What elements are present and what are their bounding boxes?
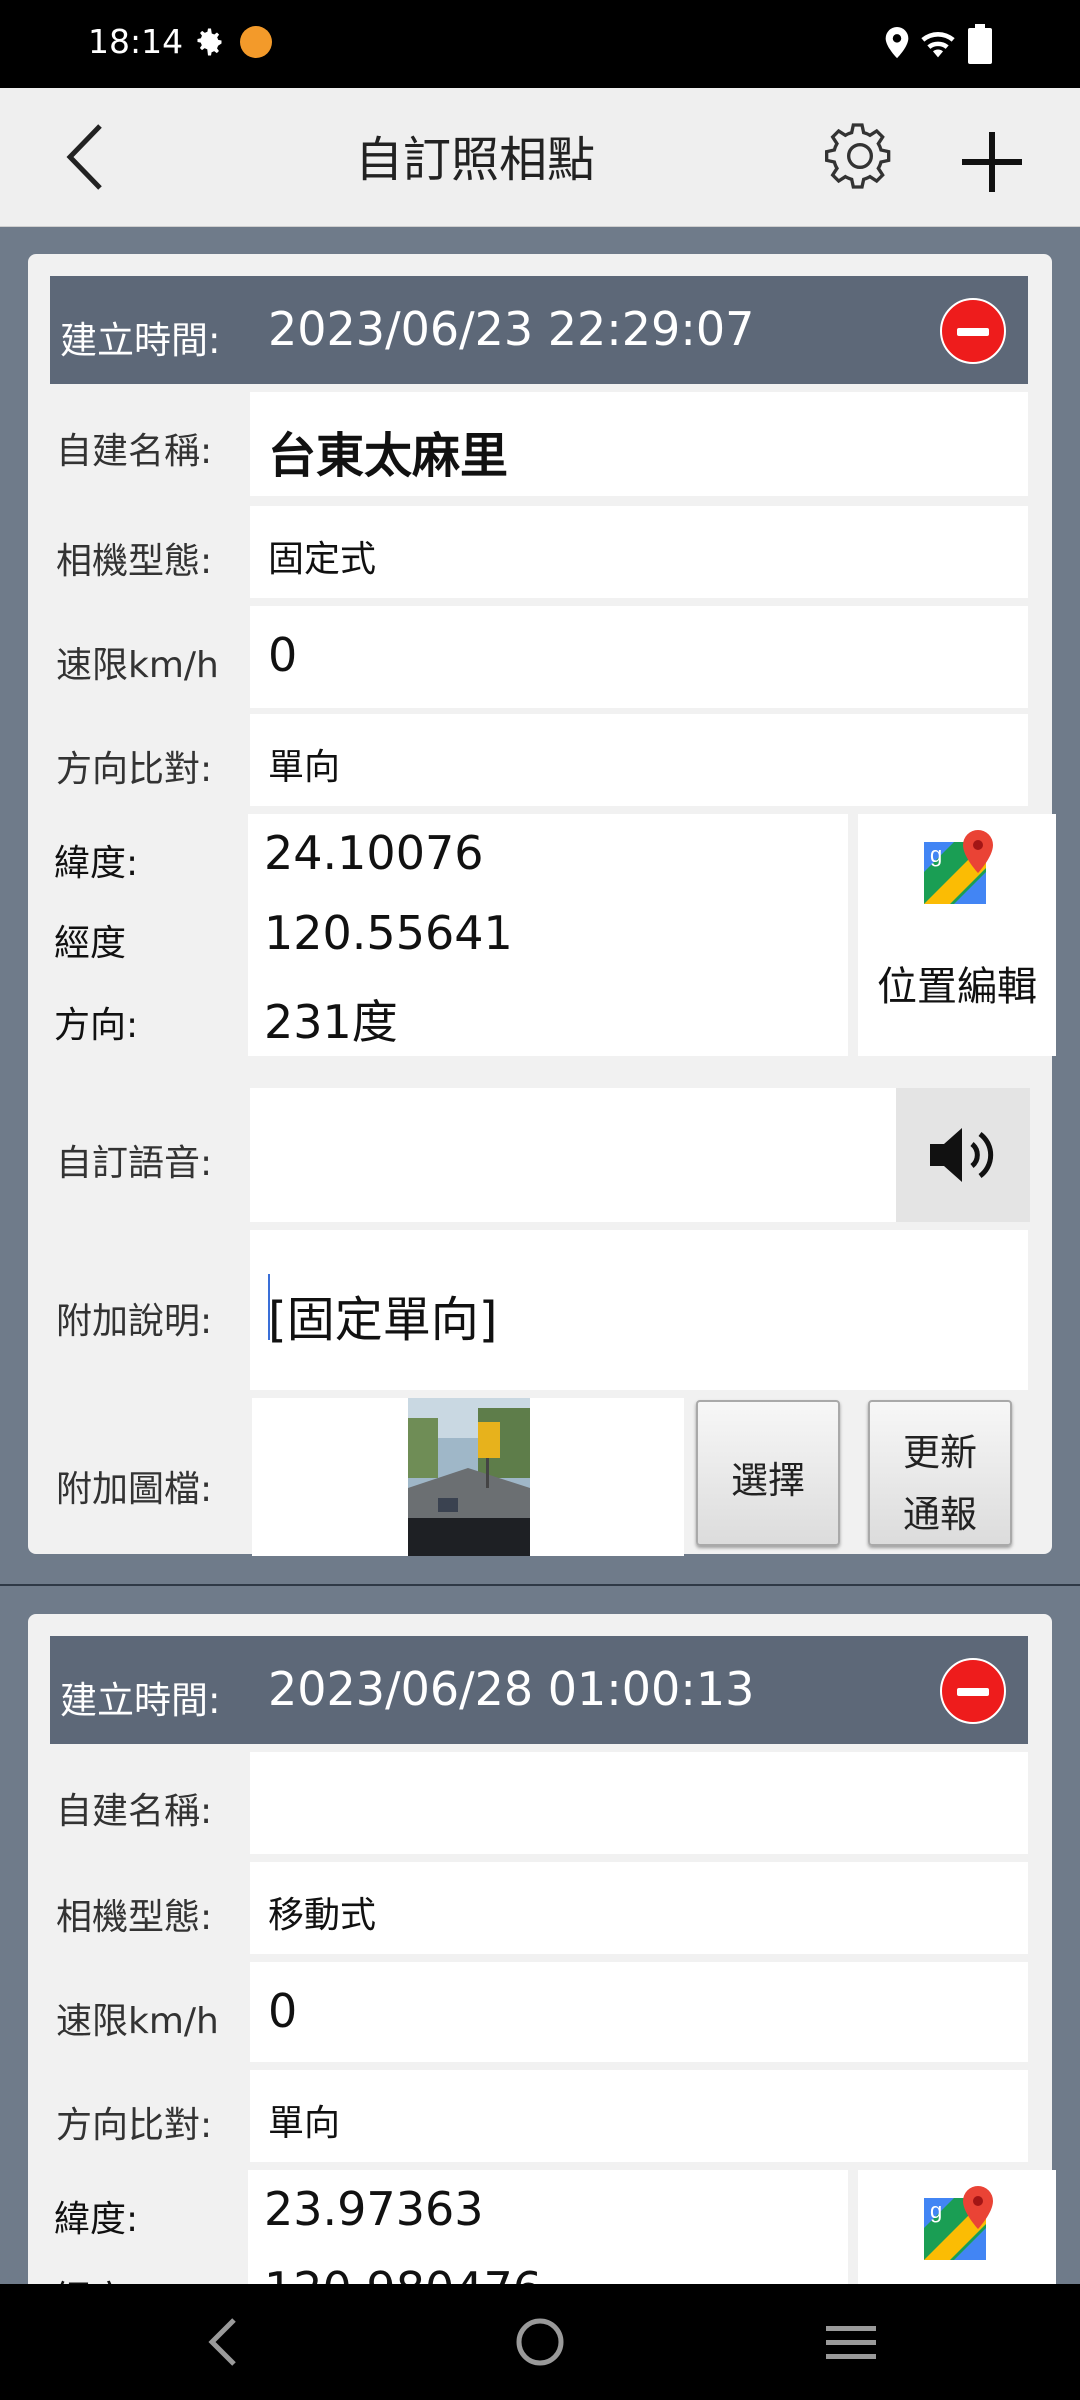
- name-field[interactable]: 台東太麻里: [250, 392, 1028, 496]
- camera-point-card: 建立時間: 2023/06/28 01:00:13 自建名稱: 相機型態: 移動…: [28, 1614, 1056, 2284]
- longitude-value: 120.980476: [264, 2262, 542, 2284]
- name-value: 台東太麻里: [268, 428, 509, 484]
- coordinate-box: 24.10076 120.55641 231度: [248, 814, 848, 1056]
- camera-type-select[interactable]: 固定式: [250, 506, 1028, 598]
- delete-icon[interactable]: [940, 1658, 1006, 1724]
- camera-type-label: 相機型態:: [56, 1897, 213, 1938]
- direction-match-select[interactable]: 單向: [250, 2070, 1028, 2162]
- app-notification-icon: [240, 26, 272, 58]
- google-maps-icon: g: [924, 830, 993, 904]
- speed-limit-value: 0: [268, 1984, 298, 2038]
- direction-match-value: 單向: [268, 2103, 341, 2144]
- edit-location-button[interactable]: g: [858, 2170, 1056, 2284]
- latitude-value: 23.97363: [264, 2182, 484, 2236]
- wifi-icon: [921, 32, 955, 58]
- name-field[interactable]: [250, 1752, 1028, 1854]
- direction-value: 231度: [264, 995, 398, 1049]
- created-time: 2023/06/28 01:00:13: [268, 1662, 755, 1716]
- google-maps-icon: g: [924, 2186, 993, 2260]
- name-label: 自建名稱:: [56, 431, 213, 472]
- speed-limit-field[interactable]: 0: [250, 606, 1028, 708]
- nav-home-icon[interactable]: [510, 2314, 570, 2370]
- edit-location-button[interactable]: g 位置編輯: [858, 814, 1056, 1056]
- image-label: 附加圖檔:: [56, 1469, 213, 1510]
- app-bar: 自訂照相點: [0, 88, 1080, 227]
- created-time: 2023/06/23 22:29:07: [268, 302, 755, 356]
- longitude-label: 經度: [54, 2270, 126, 2284]
- battery-icon: [968, 24, 992, 64]
- status-time: 18:14: [88, 22, 184, 61]
- camera-type-label: 相機型態:: [56, 541, 213, 582]
- coordinate-box: 23.97363 120.980476: [248, 2170, 848, 2284]
- latitude-label: 緯度:: [54, 843, 139, 884]
- note-field[interactable]: [固定單向]: [250, 1230, 1028, 1390]
- settings-icon[interactable]: [820, 116, 900, 196]
- longitude-label: 經度: [54, 923, 127, 964]
- card-header: 建立時間: 2023/06/28 01:00:13: [50, 1636, 1028, 1744]
- edit-location-label: 位置編輯: [877, 964, 1037, 1010]
- nav-recents-icon[interactable]: [824, 2314, 878, 2370]
- speed-limit-label: 速限km/h: [56, 645, 219, 686]
- attached-image-box[interactable]: [252, 1398, 684, 1556]
- camera-type-value: 移動式: [268, 1895, 377, 1936]
- delete-icon[interactable]: [940, 298, 1006, 364]
- card-divider: [0, 1584, 1080, 1586]
- speed-limit-field[interactable]: 0: [250, 1962, 1028, 2062]
- custom-voice-label: 自訂語音:: [56, 1143, 213, 1184]
- status-bar: 18:14: [0, 0, 1080, 88]
- system-navigation-bar: [0, 2284, 1080, 2400]
- add-icon[interactable]: [952, 122, 1032, 202]
- attached-image-thumbnail: [408, 1398, 530, 1556]
- direction-match-label: 方向比對:: [56, 2105, 213, 2146]
- location-icon: [885, 27, 909, 59]
- created-label: 建立時間:: [60, 319, 221, 362]
- longitude-value: 120.55641: [264, 906, 513, 960]
- created-label: 建立時間:: [60, 1679, 221, 1722]
- update-report-line1: 更新: [903, 1431, 977, 1474]
- svg-text:g: g: [930, 842, 942, 867]
- latitude-value: 24.10076: [264, 826, 484, 880]
- direction-match-value: 單向: [268, 747, 341, 788]
- play-voice-button[interactable]: [896, 1088, 1030, 1222]
- speed-limit-value: 0: [268, 628, 298, 682]
- card-header: 建立時間: 2023/06/23 22:29:07: [50, 276, 1028, 384]
- direction-label: 方向:: [54, 1005, 139, 1046]
- settings-notification-icon: [197, 28, 222, 56]
- camera-type-select[interactable]: 移動式: [250, 1862, 1028, 1954]
- update-report-line2: 通報: [903, 1493, 977, 1536]
- note-label: 附加說明:: [56, 1301, 213, 1342]
- name-label: 自建名稱:: [56, 1791, 213, 1832]
- direction-match-label: 方向比對:: [56, 749, 213, 790]
- svg-text:g: g: [930, 2198, 942, 2223]
- speed-limit-label: 速限km/h: [56, 2001, 219, 2042]
- camera-point-list[interactable]: 建立時間: 2023/06/23 22:29:07 自建名稱: 台東太麻里 相機…: [0, 226, 1080, 2284]
- note-value: [固定單向]: [268, 1292, 498, 1348]
- select-image-label: 選擇: [731, 1459, 805, 1502]
- select-image-button[interactable]: 選擇: [696, 1400, 840, 1546]
- latitude-label: 緯度:: [54, 2199, 139, 2240]
- update-report-button[interactable]: 更新 通報: [868, 1400, 1012, 1546]
- custom-voice-field[interactable]: [250, 1088, 920, 1222]
- direction-match-select[interactable]: 單向: [250, 714, 1028, 806]
- camera-type-value: 固定式: [268, 539, 377, 580]
- nav-back-icon[interactable]: [204, 2314, 244, 2370]
- speaker-icon: [930, 1128, 994, 1182]
- page-title: 自訂照相點: [354, 132, 595, 188]
- camera-point-card: 建立時間: 2023/06/23 22:29:07 自建名稱: 台東太麻里 相機…: [28, 254, 1056, 1556]
